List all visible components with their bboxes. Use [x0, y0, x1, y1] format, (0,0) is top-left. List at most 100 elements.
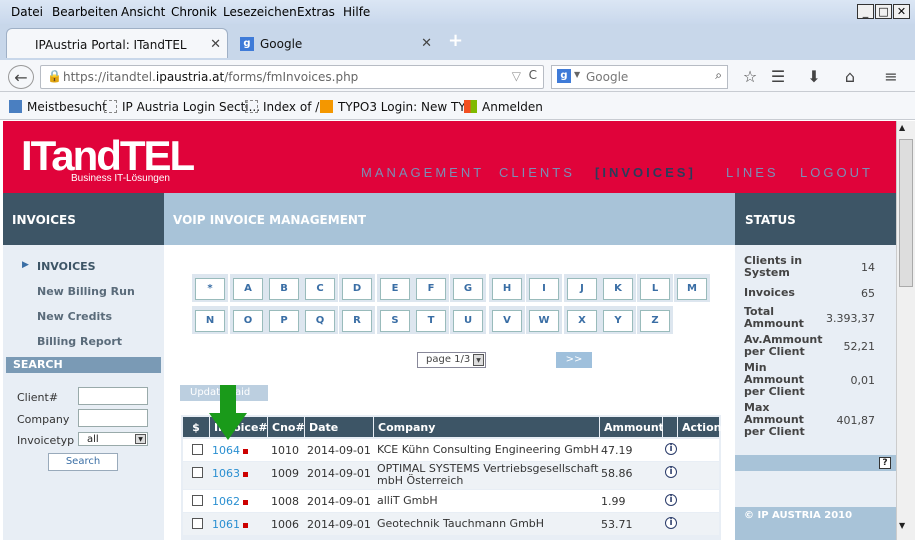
- letter-y-button[interactable]: Y: [603, 310, 633, 332]
- letter-p-button[interactable]: P: [269, 310, 299, 332]
- nav-logout[interactable]: LOGOUT: [800, 165, 873, 180]
- home-icon[interactable]: ⌂: [837, 65, 863, 89]
- itandtel-logo[interactable]: ITandTEL: [21, 135, 195, 177]
- letter-d-button[interactable]: D: [342, 278, 372, 300]
- nav-clients[interactable]: CLIENTS: [499, 165, 575, 180]
- letter-u-button[interactable]: U: [453, 310, 483, 332]
- letter-b-button[interactable]: B: [269, 278, 299, 300]
- reading-list-icon[interactable]: ☰: [765, 65, 791, 89]
- client-input[interactable]: [78, 387, 148, 405]
- col-header-cno[interactable]: Cno#: [268, 417, 305, 437]
- invoice-link[interactable]: 1061: [212, 518, 240, 531]
- letter-l-button[interactable]: L: [640, 278, 670, 300]
- tab-google[interactable]: g Google ✕: [232, 28, 438, 58]
- help-icon[interactable]: ?: [879, 457, 891, 469]
- search-input[interactable]: g ▼ Google ⌕: [551, 65, 728, 89]
- paid-checkbox[interactable]: [192, 467, 203, 478]
- info-icon[interactable]: i: [665, 517, 677, 529]
- menu-bearbeiten[interactable]: Bearbeiten: [52, 5, 118, 19]
- letter-w-button[interactable]: W: [529, 310, 559, 332]
- next-page-button[interactable]: >>: [556, 352, 592, 368]
- scroll-up-icon[interactable]: ▲: [899, 123, 905, 132]
- back-icon[interactable]: ←: [8, 65, 34, 89]
- page-select[interactable]: page 1/3 ▼: [417, 352, 486, 368]
- info-icon[interactable]: i: [665, 494, 677, 506]
- menu-hilfe[interactable]: Hilfe: [343, 5, 370, 19]
- invoice-link[interactable]: 1064: [212, 444, 240, 457]
- letter-q-button[interactable]: Q: [305, 310, 335, 332]
- menu-extras[interactable]: Extras: [297, 5, 335, 19]
- letter-e-button[interactable]: E: [380, 278, 410, 300]
- invoice-link[interactable]: 1063: [212, 467, 240, 480]
- letter-z-button[interactable]: Z: [640, 310, 670, 332]
- menu-ansicht[interactable]: Ansicht: [121, 5, 165, 19]
- paid-checkbox[interactable]: [192, 518, 203, 529]
- letter-s-button[interactable]: S: [380, 310, 410, 332]
- menu-datei[interactable]: Datei: [11, 5, 43, 19]
- reload-icon[interactable]: C: [529, 68, 537, 82]
- paid-checkbox[interactable]: [192, 495, 203, 506]
- tab-ipaustria[interactable]: IPAustria Portal: ITandTEL ✕: [6, 28, 228, 58]
- invoice-cell[interactable]: 1064: [212, 444, 248, 457]
- letter-x-button[interactable]: X: [567, 310, 597, 332]
- bookmark-index[interactable]: Index of /: [245, 100, 319, 114]
- bookmark-anmelden[interactable]: Anmelden: [464, 100, 543, 114]
- url-bar[interactable]: 🔒 https://itandtel.ipaustria.at/forms/fm…: [40, 65, 544, 89]
- letter-t-button[interactable]: T: [416, 310, 446, 332]
- letter-k-button[interactable]: K: [603, 278, 633, 300]
- invoicetyp-select[interactable]: all ▼: [78, 432, 148, 446]
- nav-invoices[interactable]: [INVOICES]: [595, 165, 696, 180]
- col-header-date[interactable]: Date: [305, 417, 373, 437]
- nav-management[interactable]: MANAGEMENT: [361, 165, 484, 180]
- invoice-cell[interactable]: 1063: [212, 467, 248, 480]
- search-icon[interactable]: ⌕: [715, 68, 722, 83]
- close-tab-icon[interactable]: ✕: [210, 37, 221, 52]
- col-header-amount[interactable]: Ammount: [600, 417, 664, 437]
- letter-all-button[interactable]: *: [195, 278, 225, 300]
- download-icon[interactable]: ⬇: [801, 65, 827, 89]
- dropdown-icon[interactable]: ▽: [512, 69, 521, 83]
- search-button[interactable]: Search: [48, 453, 118, 471]
- letter-f-button[interactable]: F: [416, 278, 446, 300]
- col-header-company[interactable]: Company: [374, 417, 599, 437]
- close-window-button[interactable]: ✕: [893, 4, 910, 19]
- menu-chronik[interactable]: Chronik: [171, 5, 217, 19]
- sidebar-item-invoices[interactable]: INVOICES: [37, 260, 96, 273]
- paid-checkbox[interactable]: [192, 444, 203, 455]
- bookmark-typo3[interactable]: TYPO3 Login: New TY...: [320, 100, 475, 114]
- letter-r-button[interactable]: R: [342, 310, 372, 332]
- new-tab-icon[interactable]: +: [448, 30, 463, 51]
- letter-n-button[interactable]: N: [195, 310, 225, 332]
- letter-i-button[interactable]: I: [529, 278, 559, 300]
- close-tab-icon[interactable]: ✕: [421, 36, 432, 51]
- sidebar-item-new-billing-run[interactable]: New Billing Run: [37, 285, 135, 298]
- letter-g-button[interactable]: G: [453, 278, 483, 300]
- bookmark-ipaustria[interactable]: IP Austria Login Secti...: [104, 100, 260, 114]
- company-input[interactable]: [78, 409, 148, 427]
- letter-v-button[interactable]: V: [492, 310, 522, 332]
- maximize-button[interactable]: □: [875, 4, 892, 19]
- letter-a-button[interactable]: A: [233, 278, 263, 300]
- sidebar-item-new-credits[interactable]: New Credits: [37, 310, 112, 323]
- nav-lines[interactable]: LINES: [726, 165, 779, 180]
- scroll-thumb[interactable]: [899, 139, 913, 287]
- chevron-down-icon[interactable]: ▼: [574, 70, 580, 79]
- chevron-down-icon[interactable]: ▼: [135, 434, 146, 444]
- minimize-button[interactable]: _: [857, 4, 874, 19]
- invoice-link[interactable]: 1062: [212, 495, 240, 508]
- sidebar-item-billing-report[interactable]: Billing Report: [37, 335, 122, 348]
- menu-icon[interactable]: ≡: [878, 65, 904, 89]
- invoice-cell[interactable]: 1061: [212, 518, 248, 531]
- bookmark-meistbesucht[interactable]: Meistbesucht: [9, 100, 107, 114]
- info-icon[interactable]: i: [665, 466, 677, 478]
- letter-c-button[interactable]: C: [305, 278, 335, 300]
- letter-j-button[interactable]: J: [567, 278, 597, 300]
- scroll-down-icon[interactable]: ▼: [899, 521, 905, 530]
- invoice-cell[interactable]: 1062: [212, 495, 248, 508]
- letter-o-button[interactable]: O: [233, 310, 263, 332]
- bookmark-star-icon[interactable]: ☆: [737, 65, 763, 89]
- scrollbar[interactable]: ▲ ▼: [896, 121, 915, 540]
- info-icon[interactable]: i: [665, 443, 677, 455]
- menu-lesezeichen[interactable]: Lesezeichen: [223, 5, 297, 19]
- chevron-down-icon[interactable]: ▼: [473, 354, 484, 366]
